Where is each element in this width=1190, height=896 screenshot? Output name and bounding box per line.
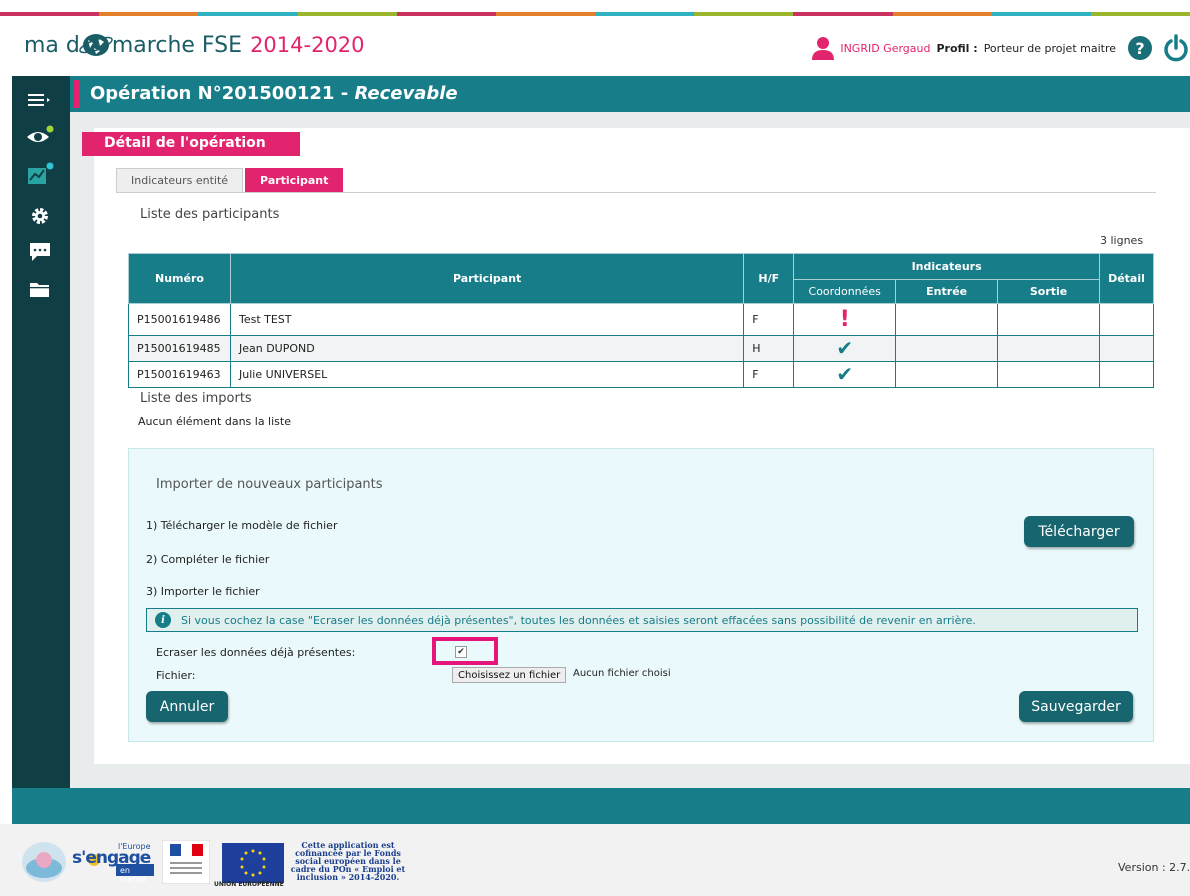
info-icon: i bbox=[155, 612, 171, 628]
chat-icon[interactable] bbox=[26, 240, 54, 264]
banner-marker bbox=[74, 80, 80, 108]
participants-heading: Liste des participants bbox=[140, 207, 280, 222]
cell-detail bbox=[1099, 361, 1154, 388]
col-hf[interactable]: H/F bbox=[743, 253, 795, 304]
overwrite-checkbox[interactable]: ✔ bbox=[455, 646, 467, 658]
help-icon[interactable]: ? bbox=[1128, 36, 1152, 60]
app-logo[interactable]: ma d marche FSE 2014-2020 bbox=[24, 32, 365, 58]
info-banner: i Si vous cochez la case "Ecraser les do… bbox=[146, 608, 1138, 632]
version-label: Version : 2.7.2 bbox=[1118, 861, 1190, 874]
cell-participant: Test TEST bbox=[229, 303, 745, 336]
table-row[interactable]: P15001619485 Jean DUPOND H ✔ bbox=[128, 335, 1154, 362]
file-status: Aucun fichier choisi bbox=[573, 668, 671, 679]
cell-sortie bbox=[997, 335, 1100, 362]
eye-icon[interactable] bbox=[26, 124, 54, 148]
tab-participant[interactable]: Participant bbox=[245, 168, 344, 192]
partner-logo-icon bbox=[22, 842, 66, 882]
step-complete: 2) Compléter le fichier bbox=[146, 553, 270, 566]
user-icon bbox=[812, 37, 835, 60]
eu-flag-icon bbox=[222, 843, 284, 883]
cell-numero: P15001619463 bbox=[128, 361, 231, 388]
operation-title: Opération N°201500121 - Recevable bbox=[90, 83, 458, 104]
engage-label: s'engage bbox=[72, 848, 151, 868]
cell-detail bbox=[1099, 335, 1154, 362]
profil-value: Porteur de projet maitre bbox=[983, 41, 1116, 55]
cancel-button[interactable]: Annuler bbox=[146, 691, 228, 722]
cell-entree bbox=[895, 361, 999, 388]
col-detail: Détail bbox=[1099, 253, 1154, 304]
user-name[interactable]: INGRID Gergaud bbox=[840, 42, 930, 55]
bottom-band bbox=[12, 788, 1190, 824]
logo-years: 2014-2020 bbox=[250, 33, 365, 57]
operation-number: Opération N°201500121 - bbox=[90, 83, 355, 104]
user-area: INGRID Gergaud Profil : Porteur de proje… bbox=[812, 34, 1190, 62]
overwrite-label: Ecraser les données déjà présentes: bbox=[156, 646, 356, 659]
eu-funding-text: Cette application est cofinancée par le … bbox=[290, 840, 406, 882]
tab-indicateurs-entite[interactable]: Indicateurs entité bbox=[116, 168, 244, 192]
check-icon: ✔ bbox=[836, 362, 854, 386]
col-numero[interactable]: Numéro bbox=[128, 253, 231, 304]
cell-hf: F bbox=[743, 361, 795, 388]
tab-bar: Indicateurs entité Participant bbox=[116, 168, 344, 192]
chart-icon[interactable] bbox=[26, 162, 54, 186]
step-import: 3) Importer le fichier bbox=[146, 585, 260, 598]
cell-entree bbox=[895, 335, 999, 362]
download-button[interactable]: Télécharger bbox=[1024, 516, 1134, 547]
republique-logo-icon bbox=[162, 840, 210, 884]
col-indicateurs: Indicateurs bbox=[793, 253, 1100, 280]
cell-sortie bbox=[997, 361, 1100, 388]
check-icon: ✔ bbox=[836, 336, 854, 360]
col-sortie: Sortie bbox=[997, 279, 1100, 304]
choose-file-button[interactable]: Choisissez un fichier bbox=[452, 667, 567, 683]
cell-numero: P15001619486 bbox=[128, 303, 231, 336]
cell-entree bbox=[895, 303, 999, 336]
section-title: Détail de l'opération bbox=[82, 132, 300, 156]
cell-coordonnees: ✔ bbox=[793, 335, 897, 362]
folder-icon[interactable] bbox=[26, 278, 54, 302]
col-participant[interactable]: Participant bbox=[229, 253, 745, 304]
cell-participant: Jean DUPOND bbox=[229, 335, 745, 362]
logo-text-1: ma d bbox=[24, 32, 80, 58]
table-row[interactable]: P15001619463 Julie UNIVERSEL F ✔ bbox=[128, 361, 1154, 388]
cell-detail bbox=[1099, 303, 1154, 336]
europe-engage-logo: l'Europe s'engage en France bbox=[72, 842, 156, 886]
table-row[interactable]: P15001619486 Test TEST F ! bbox=[128, 303, 1154, 336]
en-france-label: en France bbox=[120, 866, 147, 884]
globe-icon bbox=[79, 34, 113, 56]
cell-coordonnees: ✔ bbox=[793, 361, 897, 388]
col-coordonnees: Coordonnées bbox=[793, 279, 897, 304]
col-entree: Entrée bbox=[895, 279, 999, 304]
union-europeenne-label: UNION EUROPÉENNE bbox=[214, 881, 284, 888]
cell-hf: H bbox=[743, 335, 795, 362]
menu-icon[interactable] bbox=[26, 88, 54, 112]
power-icon[interactable] bbox=[1162, 34, 1190, 62]
left-sidebar bbox=[12, 76, 70, 788]
participants-table: Numéro Participant H/F Indicateurs Détai… bbox=[128, 253, 1154, 388]
cell-participant: Julie UNIVERSEL bbox=[229, 361, 745, 388]
profil-label: Profil : bbox=[936, 41, 978, 55]
logo-text-2: marche FSE bbox=[111, 32, 243, 58]
info-message: Si vous cochez la case "Ecraser les donn… bbox=[181, 613, 976, 627]
app-header: ma d marche FSE 2014-2020 INGRID Gergaud… bbox=[0, 16, 1190, 76]
step-download: 1) Télécharger le modèle de fichier bbox=[146, 519, 338, 532]
operation-banner: Opération N°201500121 - Recevable bbox=[70, 76, 1190, 112]
row-count: 3 lignes bbox=[1100, 234, 1144, 247]
operation-status: Recevable bbox=[354, 83, 458, 104]
save-button[interactable]: Sauvegarder bbox=[1019, 691, 1133, 722]
file-label: Fichier: bbox=[156, 669, 196, 682]
cell-coordonnees: ! bbox=[793, 303, 897, 336]
gear-icon[interactable] bbox=[26, 204, 54, 228]
imports-empty-message: Aucun élément dans la liste bbox=[138, 415, 291, 428]
cell-hf: F bbox=[743, 303, 795, 336]
imports-heading: Liste des imports bbox=[140, 391, 252, 406]
tab-divider bbox=[116, 192, 1156, 193]
import-title: Importer de nouveaux participants bbox=[156, 477, 383, 492]
cell-sortie bbox=[997, 303, 1100, 336]
import-panel bbox=[128, 448, 1154, 742]
cell-numero: P15001619485 bbox=[128, 335, 231, 362]
exclamation-icon: ! bbox=[839, 306, 850, 332]
